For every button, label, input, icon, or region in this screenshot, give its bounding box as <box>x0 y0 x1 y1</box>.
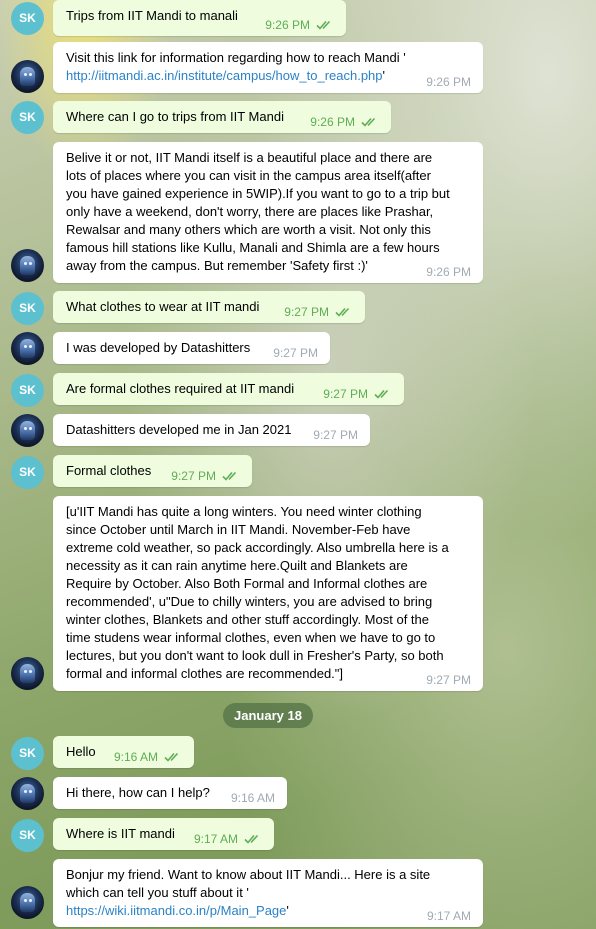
message-text: Hello <box>66 744 96 759</box>
avatar[interactable] <box>11 777 44 810</box>
avatar[interactable]: SK <box>11 2 44 35</box>
avatar[interactable] <box>11 886 44 919</box>
message-time: 9:16 AM <box>114 750 182 764</box>
message-time: 9:26 PM <box>426 75 471 89</box>
avatar[interactable]: SK <box>11 101 44 134</box>
message-bubble-outgoing[interactable]: Where is IIT mandi 9:17 AM <box>53 818 274 850</box>
avatar[interactable]: SK <box>11 456 44 489</box>
message-bubble-incoming[interactable]: Hi there, how can I help? 9:16 AM <box>53 777 287 809</box>
avatar[interactable] <box>11 657 44 690</box>
message-text: [u'IIT Mandi has quite a long winters. Y… <box>66 504 449 681</box>
message-text: Belive it or not, IIT Mandi itself is a … <box>66 150 450 273</box>
message-bubble-incoming[interactable]: Datashitters developed me in Jan 2021 9:… <box>53 414 370 446</box>
message-text: Are formal clothes required at IIT mandi <box>66 381 295 396</box>
message-text: Trips from IIT Mandi to manali <box>66 8 238 23</box>
message-time: 9:17 AM <box>194 832 262 846</box>
message-text: Where can I go to trips from IIT Mandi <box>66 109 284 124</box>
avatar[interactable] <box>11 414 44 447</box>
message-bubble-outgoing[interactable]: Formal clothes 9:27 PM <box>53 455 252 487</box>
message-time: 9:26 PM <box>310 115 379 129</box>
message-link[interactable]: http://iitmandi.ac.in/institute/campus/h… <box>66 68 383 83</box>
message-text: What clothes to wear at IIT mandi <box>66 299 260 314</box>
avatar[interactable]: SK <box>11 819 44 852</box>
message-text: Datashitters developed me in Jan 2021 <box>66 422 292 437</box>
double-check-icon <box>361 117 379 127</box>
message-time: 9:16 AM <box>230 791 275 805</box>
double-check-icon <box>244 834 262 844</box>
message-bubble-outgoing[interactable]: Trips from IIT Mandi to manali 9:26 PM <box>53 0 346 36</box>
double-check-icon <box>222 471 240 481</box>
avatar[interactable] <box>11 60 44 93</box>
avatar[interactable] <box>11 249 44 282</box>
message-time: 9:27 PM <box>171 469 240 483</box>
message-text: I was developed by Datashitters <box>66 340 251 355</box>
message-bubble-outgoing[interactable]: Are formal clothes required at IIT mandi… <box>53 373 404 405</box>
avatar[interactable]: SK <box>11 292 44 325</box>
message-link[interactable]: https://wiki.iitmandi.co.in/p/Main_Page <box>66 903 286 918</box>
message-list[interactable]: SK Trips from IIT Mandi to manali 9:26 P… <box>0 0 596 929</box>
message-time: 9:26 PM <box>426 265 471 279</box>
message-text: Hi there, how can I help? <box>66 785 210 800</box>
double-check-icon <box>374 389 392 399</box>
message-bubble-outgoing[interactable]: Hello 9:16 AM <box>53 736 194 768</box>
avatar[interactable]: SK <box>11 374 44 407</box>
message-text: Visit this link for information regardin… <box>66 50 406 65</box>
message-time: 9:27 PM <box>313 428 358 442</box>
message-time: 9:26 PM <box>265 18 334 32</box>
message-time: 9:27 PM <box>284 305 353 319</box>
message-bubble-incoming[interactable]: Visit this link for information regardin… <box>53 42 483 93</box>
avatar[interactable]: SK <box>11 737 44 770</box>
message-time: 9:27 PM <box>323 387 392 401</box>
message-time: 9:17 AM <box>426 909 471 923</box>
message-text: Where is IIT mandi <box>66 826 175 841</box>
message-time: 9:27 PM <box>426 673 471 687</box>
message-text: Formal clothes <box>66 463 152 478</box>
message-bubble-outgoing[interactable]: What clothes to wear at IIT mandi 9:27 P… <box>53 291 365 323</box>
double-check-icon <box>316 20 334 30</box>
message-time: 9:27 PM <box>273 346 318 360</box>
double-check-icon <box>335 307 353 317</box>
message-bubble-outgoing[interactable]: Where can I go to trips from IIT Mandi 9… <box>53 101 391 133</box>
message-bubble-incoming[interactable]: Belive it or not, IIT Mandi itself is a … <box>53 142 483 283</box>
double-check-icon <box>164 752 182 762</box>
message-bubble-incoming[interactable]: [u'IIT Mandi has quite a long winters. Y… <box>53 496 483 691</box>
date-separator: January 18 <box>223 703 313 728</box>
avatar[interactable] <box>11 332 44 365</box>
message-bubble-incoming[interactable]: I was developed by Datashitters 9:27 PM <box>53 332 330 364</box>
message-bubble-incoming[interactable]: Bonjur my friend. Want to know about IIT… <box>53 859 483 927</box>
message-text: Bonjur my friend. Want to know about IIT… <box>66 867 431 918</box>
